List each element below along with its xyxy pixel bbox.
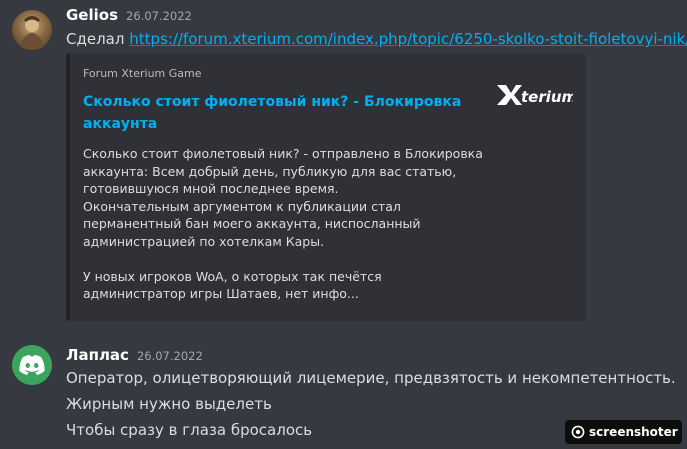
screenshoter-watermark: screenshoter — [565, 420, 682, 444]
message-text: Жирным нужно выделеть — [66, 395, 272, 413]
embed-description: Сколько стоит фиолетовый ник? - отправле… — [83, 146, 483, 301]
username[interactable]: Лаплас — [66, 346, 129, 364]
link-embed: Forum Xterium Game Сколько стоит фиолето… — [66, 53, 586, 321]
xterium-logo-icon: terium — [497, 85, 577, 106]
embed-thumbnail[interactable]: terium — [495, 81, 577, 113]
embed-provider[interactable]: Forum Xterium Game — [83, 67, 202, 80]
gelios-avatar[interactable] — [12, 10, 52, 50]
timestamp[interactable]: 26.07.2022 — [126, 9, 192, 23]
message-text: Сделал — [66, 30, 130, 48]
discord-logo-icon — [19, 355, 45, 375]
svg-text:terium: terium — [521, 88, 573, 106]
message-text: Чтобы сразу в глаза бросалось — [66, 421, 313, 439]
username[interactable]: Gelios — [66, 6, 118, 24]
message-text: Оператор, олицетворяющий лицемерие, пред… — [66, 369, 676, 387]
message-header: Gelios 26.07.2022 — [66, 6, 192, 24]
message-link[interactable]: https://forum.xterium.com/index.php/topi… — [129, 30, 687, 48]
watermark-text: screenshoter — [589, 425, 678, 439]
embed-title[interactable]: Сколько стоит фиолетовый ник? - Блокиров… — [83, 91, 473, 135]
camera-icon — [571, 425, 585, 439]
message-content: Сделал https://forum.xterium.com/index.p… — [66, 30, 687, 48]
message-header: Лаплас 26.07.2022 — [66, 346, 203, 364]
laplas-avatar[interactable] — [12, 345, 52, 385]
character-avatar-icon — [20, 16, 44, 50]
timestamp[interactable]: 26.07.2022 — [137, 349, 203, 363]
